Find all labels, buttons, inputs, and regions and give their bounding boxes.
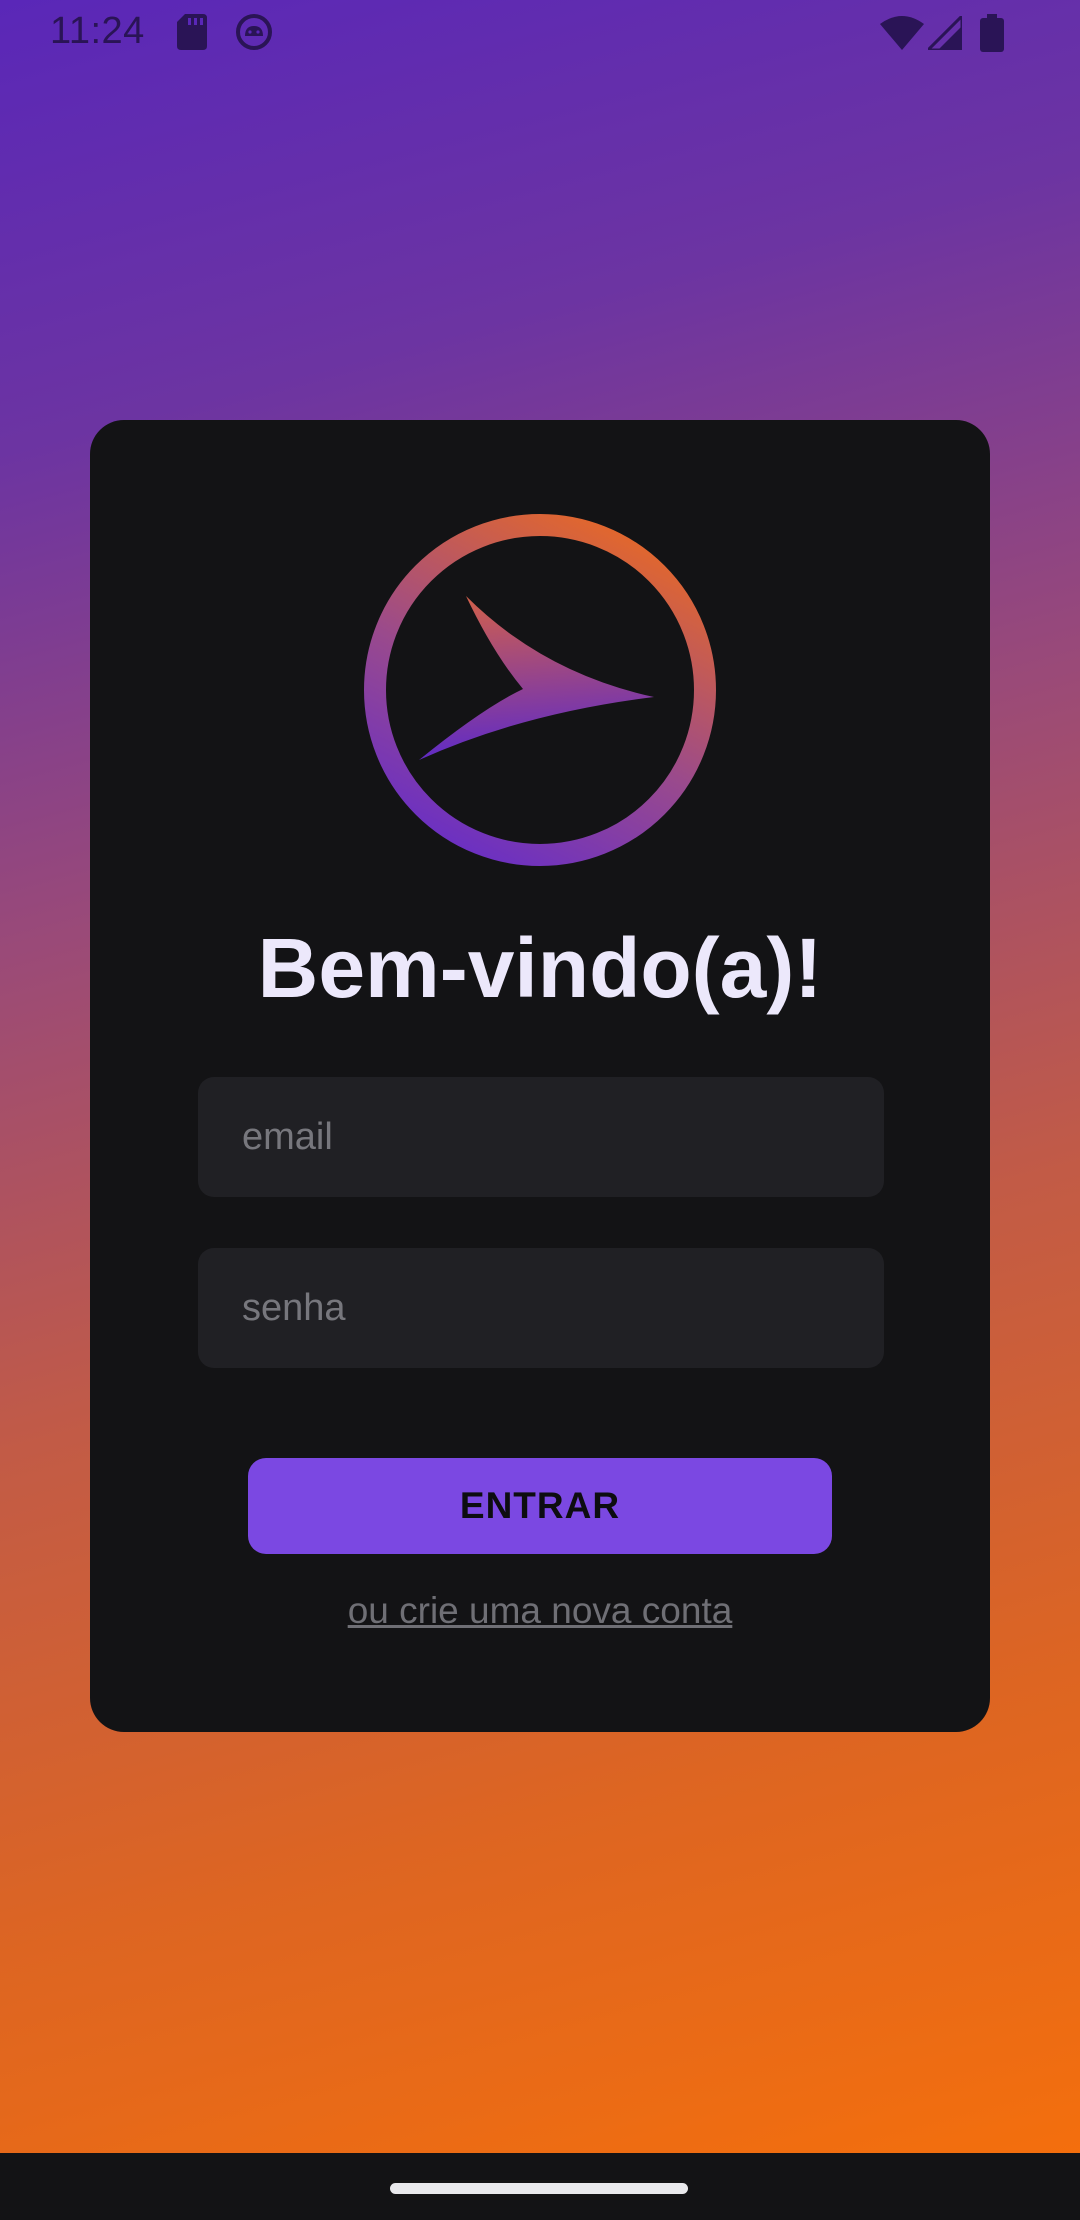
android-debug-icon: [236, 14, 272, 50]
battery-icon: [980, 14, 1004, 52]
cell-signal-icon: [928, 16, 962, 50]
navigation-bar: [0, 2153, 1080, 2220]
email-field[interactable]: [198, 1077, 884, 1197]
create-account-link[interactable]: ou crie uma nova conta: [90, 1590, 990, 1632]
enter-button[interactable]: ENTRAR: [248, 1458, 832, 1554]
sd-card-icon: [177, 14, 207, 50]
email-input[interactable]: [240, 1114, 884, 1160]
status-time: 11:24: [50, 10, 145, 52]
password-field[interactable]: [198, 1248, 884, 1368]
wifi-icon: [880, 16, 924, 50]
home-gesture-handle[interactable]: [390, 2183, 688, 2194]
login-card: Bem-vindo(a)! ENTRAR ou crie uma nova co…: [90, 420, 990, 1732]
app-logo: [364, 514, 716, 866]
welcome-title: Bem-vindo(a)!: [257, 921, 823, 1015]
status-bar: 11:24: [0, 0, 1080, 66]
password-input[interactable]: [240, 1285, 884, 1331]
